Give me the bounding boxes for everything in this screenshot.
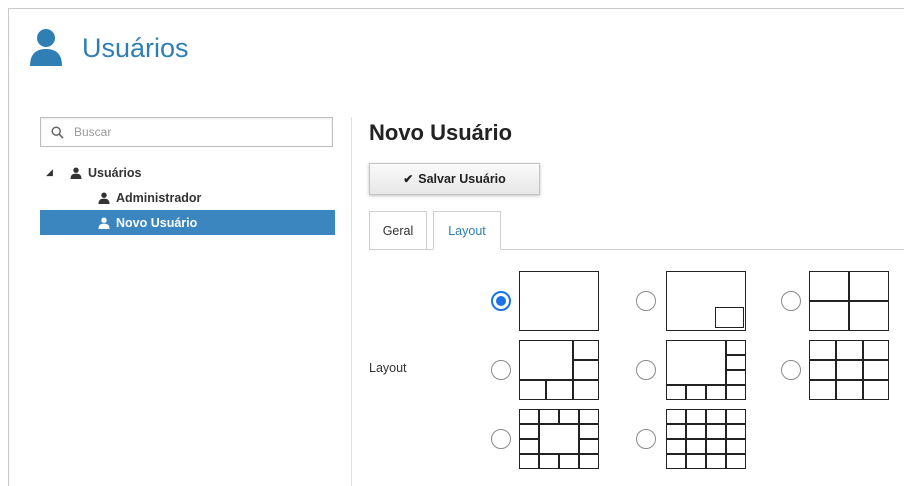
tree-item-label: Administrador <box>116 190 202 205</box>
tree-item-novo-usuario[interactable]: Novo Usuário <box>40 210 335 235</box>
tab-layout[interactable]: Layout <box>433 211 501 250</box>
layout-preview-single <box>519 271 599 331</box>
layout-radio[interactable] <box>781 360 801 380</box>
check-icon: ✔ <box>403 172 414 186</box>
layout-radio[interactable] <box>491 429 511 449</box>
layout-preview-sixteen <box>666 409 746 469</box>
layout-radio[interactable] <box>636 360 656 380</box>
layout-preview-eight <box>666 340 746 400</box>
tree-item-label: Usuários <box>88 165 142 180</box>
layout-radio[interactable] <box>491 360 511 380</box>
layout-radio[interactable] <box>636 291 656 311</box>
user-icon <box>98 192 110 204</box>
page-header: Usuários <box>28 26 189 70</box>
layout-preview-quad <box>809 271 889 331</box>
window-border-top <box>8 8 904 9</box>
user-tree: ◢ Usuários Administrador Novo Usuário <box>40 160 335 235</box>
user-group-icon <box>70 167 82 179</box>
user-icon <box>30 29 62 66</box>
tree-item-usuarios[interactable]: ◢ Usuários <box>40 160 335 185</box>
layout-preview-thirteen <box>519 409 599 469</box>
tab-bar: Geral Layout <box>369 211 904 250</box>
search-box[interactable] <box>40 117 333 147</box>
tree-item-label: Novo Usuário <box>116 215 198 230</box>
page-title: Usuários <box>82 32 189 63</box>
layout-radio[interactable] <box>491 291 511 311</box>
search-input[interactable] <box>72 124 326 140</box>
tab-geral[interactable]: Geral <box>369 211 427 249</box>
layout-preview-pip <box>666 271 746 331</box>
save-button-label: Salvar Usuário <box>418 172 506 186</box>
layout-preview-six <box>519 340 599 400</box>
panel-divider <box>351 117 352 486</box>
user-icon <box>98 217 110 229</box>
expand-toggle-icon[interactable]: ◢ <box>46 167 53 178</box>
layout-radio[interactable] <box>781 291 801 311</box>
window-border-left <box>8 8 9 486</box>
layout-preview-nine <box>809 340 889 400</box>
save-user-button[interactable]: ✔ Salvar Usuário <box>369 163 540 195</box>
layout-radio[interactable] <box>636 429 656 449</box>
content-title: Novo Usuário <box>369 120 513 145</box>
tree-item-administrador[interactable]: Administrador <box>40 185 335 210</box>
search-icon <box>51 125 64 139</box>
layout-field-label: Layout <box>369 361 407 375</box>
